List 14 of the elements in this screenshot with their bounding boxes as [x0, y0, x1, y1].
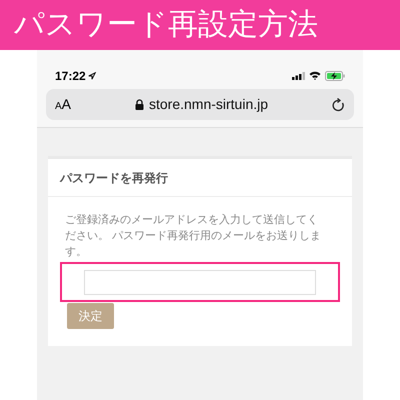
- text-size-button[interactable]: AA: [55, 94, 72, 115]
- location-icon: [88, 72, 96, 80]
- url-text: store.nmn-sirtuin.jp: [148, 95, 268, 114]
- wifi-icon: [309, 71, 321, 80]
- banner-title: パスワード再設定方法: [14, 10, 318, 40]
- email-field[interactable]: [84, 270, 316, 294]
- card-title: パスワードを再発行: [60, 170, 168, 186]
- signal-icon: [292, 72, 305, 80]
- status-time: 17:22: [55, 68, 86, 84]
- lock-icon: [134, 99, 144, 110]
- address-bar[interactable]: AA store.nmn-sirtuin.jp: [46, 89, 354, 120]
- reload-icon[interactable]: [332, 98, 345, 112]
- instructions-text: ご登録済みのメールアドレスを入力して送信してください。 パスワード再発行用のメールをお送りします。: [64, 212, 322, 260]
- battery-charging-icon: [325, 70, 345, 80]
